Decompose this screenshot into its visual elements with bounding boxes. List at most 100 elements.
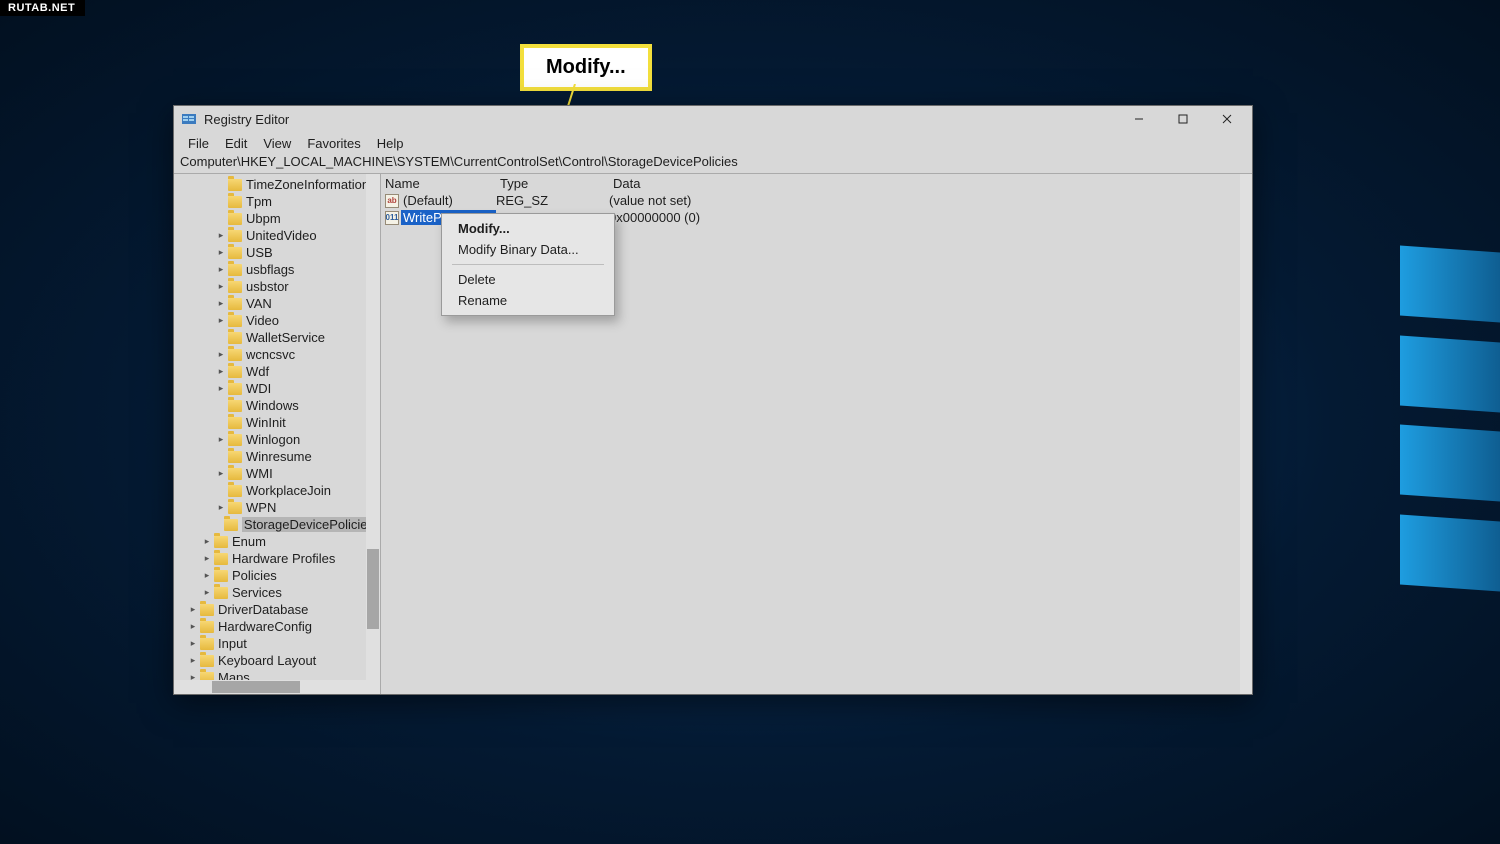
minimize-button[interactable] [1117, 106, 1161, 132]
tree-item[interactable]: ▸ Wdf [174, 363, 380, 380]
tree-item[interactable]: ▸ WDI [174, 380, 380, 397]
context-menu-rename[interactable]: Rename [444, 290, 612, 311]
tree-item[interactable]: Tpm [174, 193, 380, 210]
menu-file[interactable]: File [180, 134, 217, 153]
chevron-right-icon[interactable]: ▸ [202, 570, 212, 581]
tree-item[interactable]: ▸HardwareConfig [174, 618, 380, 635]
folder-icon [228, 349, 242, 361]
tree-item-label: Hardware Profiles [232, 551, 335, 566]
registry-editor-window: Registry Editor File Edit View Favorites… [173, 105, 1253, 695]
folder-icon [228, 366, 242, 378]
tree-item-label: Keyboard Layout [218, 653, 316, 668]
chevron-right-icon[interactable]: ▸ [202, 536, 212, 547]
column-name[interactable]: Name [381, 176, 496, 191]
tree-item-label: usbflags [246, 262, 294, 277]
tree-item-label: Services [232, 585, 282, 600]
tree-item[interactable]: ▸ Winlogon [174, 431, 380, 448]
values-column-headers[interactable]: Name Type Data [381, 174, 1252, 192]
tree-item[interactable]: ▸Input [174, 635, 380, 652]
context-menu-delete[interactable]: Delete [444, 269, 612, 290]
folder-icon [214, 570, 228, 582]
folder-icon [228, 281, 242, 293]
tree-item[interactable]: ▸ Hardware Profiles [174, 550, 380, 567]
maximize-button[interactable] [1161, 106, 1205, 132]
tree-item-label: Tpm [246, 194, 272, 209]
chevron-right-icon[interactable]: ▸ [216, 315, 226, 326]
chevron-right-icon[interactable]: ▸ [216, 298, 226, 309]
tree-item[interactable]: TimeZoneInformation [174, 176, 380, 193]
tree-item[interactable]: ▸DriverDatabase [174, 601, 380, 618]
menu-help[interactable]: Help [369, 134, 412, 153]
tree-item[interactable]: ▸Enum [174, 533, 380, 550]
tree-item[interactable]: ▸WPN [174, 499, 380, 516]
tree-item[interactable]: WinInit [174, 414, 380, 431]
folder-icon [214, 553, 228, 565]
tree-item[interactable]: ▸ usbstor [174, 278, 380, 295]
tree-item[interactable]: StorageDevicePolicies [174, 516, 380, 533]
tree-horizontal-scrollbar[interactable] [174, 680, 366, 694]
chevron-right-icon[interactable]: ▸ [216, 349, 226, 360]
folder-icon [228, 264, 242, 276]
tree-vertical-scrollbar[interactable] [366, 174, 380, 694]
chevron-right-icon[interactable]: ▸ [202, 587, 212, 598]
tree-item[interactable]: Windows [174, 397, 380, 414]
chevron-right-icon[interactable]: ▸ [216, 264, 226, 275]
values-vertical-scrollbar[interactable] [1240, 174, 1252, 694]
folder-icon [228, 298, 242, 310]
context-menu-modify[interactable]: Modify... [444, 218, 612, 239]
chevron-right-icon[interactable]: ▸ [216, 502, 226, 513]
tree-item-label: Ubpm [246, 211, 281, 226]
chevron-right-icon[interactable]: ▸ [188, 604, 198, 615]
folder-icon [228, 315, 242, 327]
tree-item[interactable]: Winresume [174, 448, 380, 465]
folder-icon [200, 638, 214, 650]
chevron-right-icon[interactable]: ▸ [188, 638, 198, 649]
menu-view[interactable]: View [255, 134, 299, 153]
tree-item[interactable]: ▸wcncsvc [174, 346, 380, 363]
address-bar[interactable]: Computer\HKEY_LOCAL_MACHINE\SYSTEM\Curre… [174, 154, 1252, 173]
tree-item[interactable]: ▸WMI [174, 465, 380, 482]
tree-item[interactable]: ▸ UnitedVideo [174, 227, 380, 244]
folder-icon [228, 417, 242, 429]
tree-item-label: WDI [246, 381, 271, 396]
chevron-right-icon[interactable]: ▸ [188, 655, 198, 666]
titlebar[interactable]: Registry Editor [174, 106, 1252, 132]
chevron-right-icon[interactable]: ▸ [188, 621, 198, 632]
tree-item[interactable]: WalletService [174, 329, 380, 346]
tree-item[interactable]: WorkplaceJoin [174, 482, 380, 499]
tree-item[interactable]: ▸Video [174, 312, 380, 329]
chevron-right-icon[interactable]: ▸ [216, 247, 226, 258]
window-title: Registry Editor [204, 112, 289, 127]
chevron-right-icon[interactable]: ▸ [216, 366, 226, 377]
menu-favorites[interactable]: Favorites [299, 134, 368, 153]
tree-item[interactable]: ▸ Keyboard Layout [174, 652, 380, 669]
binary-value-icon: 011 [385, 211, 399, 225]
context-menu-modify-binary[interactable]: Modify Binary Data... [444, 239, 612, 260]
tree-pane: TimeZoneInformationTpm Ubpm ▸ UnitedVideo▸U… [174, 174, 381, 694]
chevron-right-icon[interactable]: ▸ [216, 281, 226, 292]
tree-item-label: Winlogon [246, 432, 300, 447]
tree-item[interactable]: ▸ Services [174, 584, 380, 601]
tree-item-label: usbstor [246, 279, 289, 294]
value-row[interactable]: ab(Default)REG_SZ(value not set) [381, 192, 1252, 209]
tree-item[interactable]: ▸ usbflags [174, 261, 380, 278]
chevron-right-icon[interactable]: ▸ [202, 553, 212, 564]
chevron-right-icon[interactable]: ▸ [216, 383, 226, 394]
tree-item-label: UnitedVideo [246, 228, 317, 243]
menu-edit[interactable]: Edit [217, 134, 255, 153]
folder-icon [228, 502, 242, 514]
chevron-right-icon[interactable]: ▸ [216, 230, 226, 241]
column-type[interactable]: Type [496, 176, 609, 191]
tree-item[interactable]: ▸USB [174, 244, 380, 261]
tree-item[interactable]: ▸VAN [174, 295, 380, 312]
tree-item-label: WinInit [246, 415, 286, 430]
value-type: REG_SZ [496, 193, 609, 208]
column-data[interactable]: Data [609, 176, 1252, 191]
tree-item-label: Wdf [246, 364, 269, 379]
tree-item-label: Winresume [246, 449, 312, 464]
chevron-right-icon[interactable]: ▸ [216, 434, 226, 445]
tree-item[interactable]: ▸Policies [174, 567, 380, 584]
chevron-right-icon[interactable]: ▸ [216, 468, 226, 479]
close-button[interactable] [1205, 106, 1249, 132]
tree-item[interactable]: Ubpm [174, 210, 380, 227]
